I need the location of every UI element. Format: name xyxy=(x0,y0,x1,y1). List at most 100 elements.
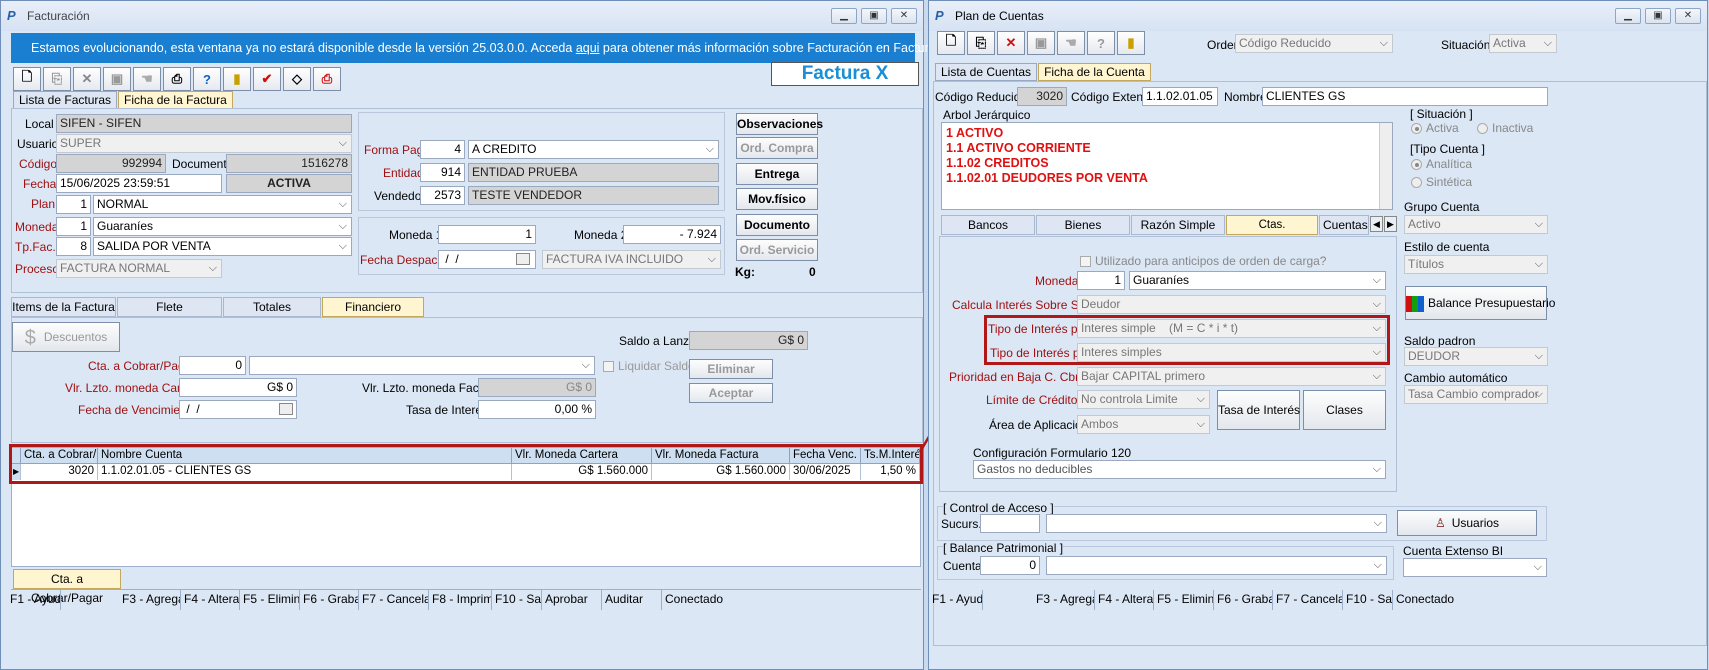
saldo-padron-select[interactable]: DEUDOR xyxy=(1404,347,1548,366)
tab-bancos[interactable]: Bancos xyxy=(941,215,1035,235)
tasa-interes-button[interactable]: Tasa de Interés xyxy=(1217,390,1300,430)
entrega-button[interactable]: Entrega xyxy=(736,163,818,185)
tab-ficha-cuenta[interactable]: Ficha de la Cuenta xyxy=(1038,63,1151,81)
plan-num[interactable]: 1 xyxy=(56,195,91,214)
tab-financiero[interactable]: Financiero xyxy=(322,297,424,317)
status-aprobar[interactable]: Aprobar xyxy=(542,590,602,610)
vendedor-field[interactable]: TESTE VENDEDOR xyxy=(468,186,719,205)
calendar-icon-2[interactable] xyxy=(279,403,293,415)
approve-icon[interactable]: ✔ xyxy=(253,67,281,91)
radio-activa[interactable]: Activa xyxy=(1411,121,1459,135)
tab-lista-cuentas[interactable]: Lista de Cuentas xyxy=(935,63,1038,81)
cell-vlrfactura[interactable]: G$ 1.560.000 xyxy=(652,464,790,480)
tab-ctascobrar[interactable]: Ctas. Cobrar/Pagar xyxy=(1226,215,1318,250)
print-red-icon[interactable]: ⎙ xyxy=(313,67,341,91)
status-f3-2[interactable]: F3 - Agrega xyxy=(1033,590,1095,610)
status-f4-2[interactable]: F4 - Alterar xyxy=(1095,590,1154,610)
usuarios-button[interactable]: ♙ Usuarios xyxy=(1397,510,1537,536)
save-icon-2[interactable]: ▣ xyxy=(1027,31,1055,55)
formapago-select[interactable]: A CREDITO xyxy=(468,140,719,159)
config-select[interactable]: Gastos no deducibles xyxy=(973,460,1386,479)
col-nombre[interactable]: Nombre Cuenta xyxy=(98,448,512,463)
col-vlrcartera[interactable]: Vlr. Moneda Cartera xyxy=(512,448,652,463)
codext-field[interactable]: 1.1.02.01.05 xyxy=(1142,87,1218,106)
delete-icon[interactable]: ✕ xyxy=(73,67,101,91)
balance-pres-button[interactable]: Balance Presupuestario xyxy=(1405,286,1555,320)
moneda1-field[interactable]: 1 xyxy=(438,225,536,244)
radio-analitica[interactable]: Analítica xyxy=(1411,157,1472,171)
entidad-num[interactable]: 914 xyxy=(420,163,465,182)
col-fechavenc[interactable]: Fecha Venc. xyxy=(790,448,861,463)
status-f1[interactable]: F1 - Ayud xyxy=(7,590,61,610)
liquidar-checkbox[interactable]: Liquidar Saldo xyxy=(603,359,695,373)
status-f6[interactable]: F6 - Grabar xyxy=(300,590,359,610)
status-f8[interactable]: F8 - Imprimi xyxy=(429,590,492,610)
status-f6-2[interactable]: F6 - Grabar xyxy=(1214,590,1273,610)
tab-scroll-left-icon[interactable]: ◀ xyxy=(1370,216,1383,232)
cell-fechavenc[interactable]: 30/06/2025 xyxy=(790,464,861,480)
table-row[interactable]: ▶ 3020 1.1.02.01.05 - CLIENTES GS G$ 1.5… xyxy=(12,464,920,480)
status-f10[interactable]: F10 - Salir xyxy=(492,590,542,610)
banner-link[interactable]: aqui xyxy=(576,41,600,55)
ordservicio-button[interactable]: Ord. Servicio xyxy=(736,239,818,261)
tab-ficha-factura[interactable]: Ficha de la Factura xyxy=(118,91,233,109)
minimize-button[interactable]: ▁ xyxy=(831,8,857,24)
observaciones-button[interactable]: Observaciones xyxy=(736,113,823,135)
fecha-field[interactable]: 15/06/2025 23:59:51 xyxy=(56,174,222,193)
cuenta-num[interactable]: 0 xyxy=(980,556,1040,575)
tab-totales[interactable]: Totales xyxy=(223,297,321,317)
tree-node[interactable]: 1.1.02 CREDITOS xyxy=(946,156,1388,171)
cell-cta[interactable]: 3020 xyxy=(21,464,98,480)
cuenta-select[interactable] xyxy=(1046,556,1387,575)
cell-tsinteres[interactable]: 1,50 % xyxy=(861,464,920,480)
local-field[interactable]: SIFEN - SIFEN xyxy=(56,114,352,133)
situacion-select[interactable]: Activa xyxy=(1489,34,1557,53)
tipopre-select[interactable]: Interes simples xyxy=(1077,343,1386,362)
col-cta[interactable]: Cta. a Cobrar/ xyxy=(21,448,98,463)
codigo-field[interactable]: 992994 xyxy=(56,154,166,173)
ordcompra-button[interactable]: Ord. Compra xyxy=(736,137,818,159)
anticipo-checkbox[interactable]: Utilizado para anticipos de orden de car… xyxy=(1080,254,1326,268)
clases-button[interactable]: Clases xyxy=(1303,390,1386,430)
tree-node[interactable]: 1 ACTIVO xyxy=(946,126,1388,141)
col-vlrfactura[interactable]: Vlr. Moneda Factura xyxy=(652,448,790,463)
calendar-icon[interactable] xyxy=(516,253,530,265)
eliminar-button[interactable]: Eliminar xyxy=(689,359,773,379)
status-f7-2[interactable]: F7 - Cancelar xyxy=(1273,590,1343,610)
cuentaext-select[interactable] xyxy=(1403,558,1547,577)
tab-cuentas[interactable]: Cuentas C xyxy=(1319,215,1369,235)
facturax-logo[interactable]: Factura X xyxy=(771,62,919,86)
tipopos-select[interactable]: Interes simple (M = C * i * t) xyxy=(1077,319,1386,338)
proceso-select[interactable]: FACTURA NORMAL xyxy=(56,259,222,278)
nombre-field[interactable]: CLIENTES GS xyxy=(1262,87,1548,106)
sucurs-select[interactable] xyxy=(1046,514,1387,533)
vlrcartera-field[interactable]: G$ 0 xyxy=(179,378,297,397)
eraser-icon[interactable]: ◇ xyxy=(283,67,311,91)
vendedor-num[interactable]: 2573 xyxy=(420,186,465,205)
tab-razon[interactable]: Razón Simple xyxy=(1131,215,1225,235)
tab-lista-facturas[interactable]: Lista de Facturas xyxy=(13,91,118,109)
save-icon[interactable]: ▣ xyxy=(103,67,131,91)
new-icon[interactable]: 🗋 xyxy=(13,67,41,91)
moneda-num-2[interactable]: 1 xyxy=(1077,271,1125,290)
codred-field[interactable]: 3020 xyxy=(1017,87,1067,106)
hand-icon[interactable]: ☚ xyxy=(133,67,161,91)
area-select[interactable]: Ambos xyxy=(1077,415,1210,434)
status-f7[interactable]: F7 - Cancelar xyxy=(359,590,429,610)
aceptar-button[interactable]: Aceptar xyxy=(689,383,773,403)
descuentos-button[interactable]: $ Descuentos xyxy=(12,322,120,352)
cambio-select[interactable]: Tasa Cambio comprador xyxy=(1404,385,1548,404)
new-icon-2[interactable]: 🗋 xyxy=(937,31,965,55)
status-f1-2[interactable]: F1 - Ayud xyxy=(929,590,983,610)
copy-icon[interactable]: ⎘ xyxy=(43,67,71,91)
copy-icon-2[interactable]: ⎘ xyxy=(967,31,995,55)
iva-select[interactable]: FACTURA IVA INCLUIDO xyxy=(542,250,721,269)
ctacobrar-select[interactable] xyxy=(249,356,595,375)
close-button[interactable]: ✕ xyxy=(891,8,917,24)
tab-ctacobrar[interactable]: Cta. a Cobrar/Pagar xyxy=(13,569,121,605)
status-f4[interactable]: F4 - Alterar xyxy=(181,590,240,610)
plan-select[interactable]: NORMAL xyxy=(93,195,352,214)
moneda-select-2[interactable]: Guaraníes xyxy=(1129,271,1386,290)
sucurs-num[interactable] xyxy=(980,514,1040,533)
usuario-select[interactable]: SUPER xyxy=(56,134,352,153)
